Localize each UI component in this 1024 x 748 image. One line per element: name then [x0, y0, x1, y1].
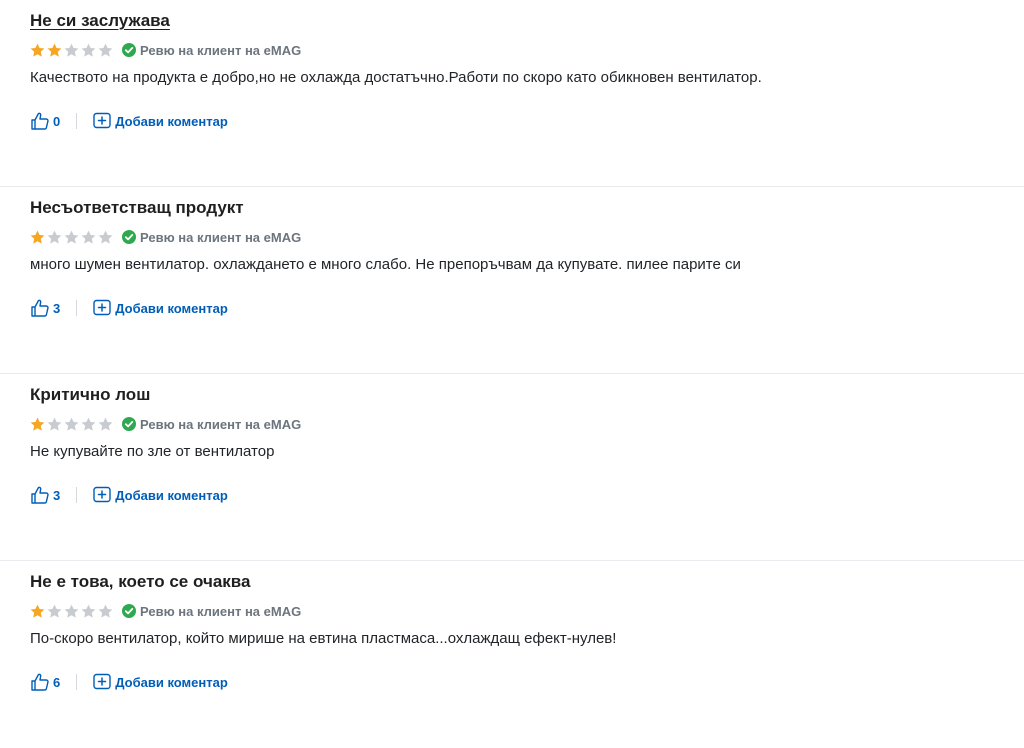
reviews-list: Не си заслужава Ревю на клиент на eMAG К… [0, 0, 1024, 748]
star-rating [30, 604, 113, 619]
review-body: Качеството на продукта е добро,но не охл… [30, 69, 762, 86]
verified-check-icon [122, 417, 136, 431]
thumbs-up-icon [31, 673, 49, 691]
add-comment-label: Добави коментар [115, 487, 228, 503]
add-comment-label: Добави коментар [115, 113, 228, 129]
actions-divider [76, 487, 78, 503]
review-item: Не е това, което се очаква Ревю на клиен… [0, 561, 1024, 748]
actions-divider [76, 674, 78, 690]
review-body: много шумен вентилатор. охлаждането е мн… [30, 256, 741, 273]
verified-label: Ревю на клиент на eMAG [140, 42, 302, 58]
add-comment-label: Добави коментар [115, 674, 228, 690]
star-empty-icon [98, 230, 113, 244]
verified-check-icon [122, 230, 136, 244]
verified-label: Ревю на клиент на eMAG [140, 603, 302, 619]
like-count: 3 [53, 487, 61, 503]
star-empty-icon [98, 417, 113, 431]
review-actions: 3 Добави коментар [30, 297, 994, 319]
star-empty-icon [98, 43, 113, 57]
like-count: 3 [53, 300, 61, 316]
like-button[interactable]: 3 [30, 298, 60, 318]
star-empty-icon [98, 604, 113, 618]
star-empty-icon [47, 604, 62, 618]
review-title[interactable]: Несъответстващ продукт [30, 196, 994, 220]
add-comment-button[interactable]: Добави коментар [93, 673, 228, 691]
review-title[interactable]: Не е това, което се очаква [30, 570, 994, 594]
star-empty-icon [64, 604, 79, 618]
like-count: 6 [53, 674, 61, 690]
star-empty-icon [81, 604, 96, 618]
add-comment-button[interactable]: Добави коментар [93, 486, 228, 504]
star-rating [30, 230, 113, 245]
review-item: Критично лош Ревю на клиент на eMAG Не к… [0, 374, 1024, 561]
review-actions: 3 Добави коментар [30, 484, 994, 506]
star-empty-icon [47, 230, 62, 244]
review-body: По-скоро вентилатор, който мирише на евт… [30, 630, 617, 647]
review-meta: Ревю на клиент на eMAG [30, 226, 994, 248]
thumbs-up-icon [31, 299, 49, 317]
verified-check-icon [122, 604, 136, 618]
verified-badge: Ревю на клиент на eMAG [122, 43, 301, 58]
review-title[interactable]: Не си заслужава [30, 9, 994, 33]
like-button[interactable]: 0 [30, 111, 60, 131]
add-comment-icon [93, 112, 111, 129]
verified-label: Ревю на клиент на eMAG [140, 416, 302, 432]
actions-divider [76, 113, 78, 129]
review-title[interactable]: Критично лош [30, 383, 994, 407]
verified-check-icon [122, 43, 136, 57]
star-filled-icon [30, 43, 45, 57]
review-item: Несъответстващ продукт Ревю на клиент на… [0, 187, 1024, 374]
review-meta: Ревю на клиент на eMAG [30, 600, 994, 622]
like-count: 0 [53, 113, 61, 129]
add-comment-label: Добави коментар [115, 300, 228, 316]
star-rating [30, 43, 113, 58]
star-filled-icon [30, 604, 45, 618]
verified-badge: Ревю на клиент на eMAG [122, 417, 301, 432]
like-button[interactable]: 3 [30, 485, 60, 505]
like-button[interactable]: 6 [30, 672, 60, 692]
actions-divider [76, 300, 78, 316]
thumbs-up-icon [31, 112, 49, 130]
add-comment-button[interactable]: Добави коментар [93, 299, 228, 317]
star-empty-icon [64, 43, 79, 57]
review-meta: Ревю на клиент на eMAG [30, 39, 994, 61]
star-empty-icon [81, 230, 96, 244]
review-body: Не купувайте по зле от вентилатор [30, 443, 275, 460]
star-empty-icon [64, 417, 79, 431]
review-actions: 6 Добави коментар [30, 671, 994, 693]
star-empty-icon [64, 230, 79, 244]
review-meta: Ревю на клиент на eMAG [30, 413, 994, 435]
star-empty-icon [47, 417, 62, 431]
star-filled-icon [30, 417, 45, 431]
review-actions: 0 Добави коментар [30, 110, 994, 132]
add-comment-icon [93, 673, 111, 690]
star-rating [30, 417, 113, 432]
star-empty-icon [81, 417, 96, 431]
verified-badge: Ревю на клиент на eMAG [122, 230, 301, 245]
add-comment-icon [93, 486, 111, 503]
review-item: Не си заслужава Ревю на клиент на eMAG К… [0, 0, 1024, 187]
star-filled-icon [30, 230, 45, 244]
star-empty-icon [81, 43, 96, 57]
star-filled-icon [47, 43, 62, 57]
thumbs-up-icon [31, 486, 49, 504]
verified-label: Ревю на клиент на eMAG [140, 229, 302, 245]
add-comment-button[interactable]: Добави коментар [93, 112, 228, 130]
verified-badge: Ревю на клиент на eMAG [122, 604, 301, 619]
add-comment-icon [93, 299, 111, 316]
